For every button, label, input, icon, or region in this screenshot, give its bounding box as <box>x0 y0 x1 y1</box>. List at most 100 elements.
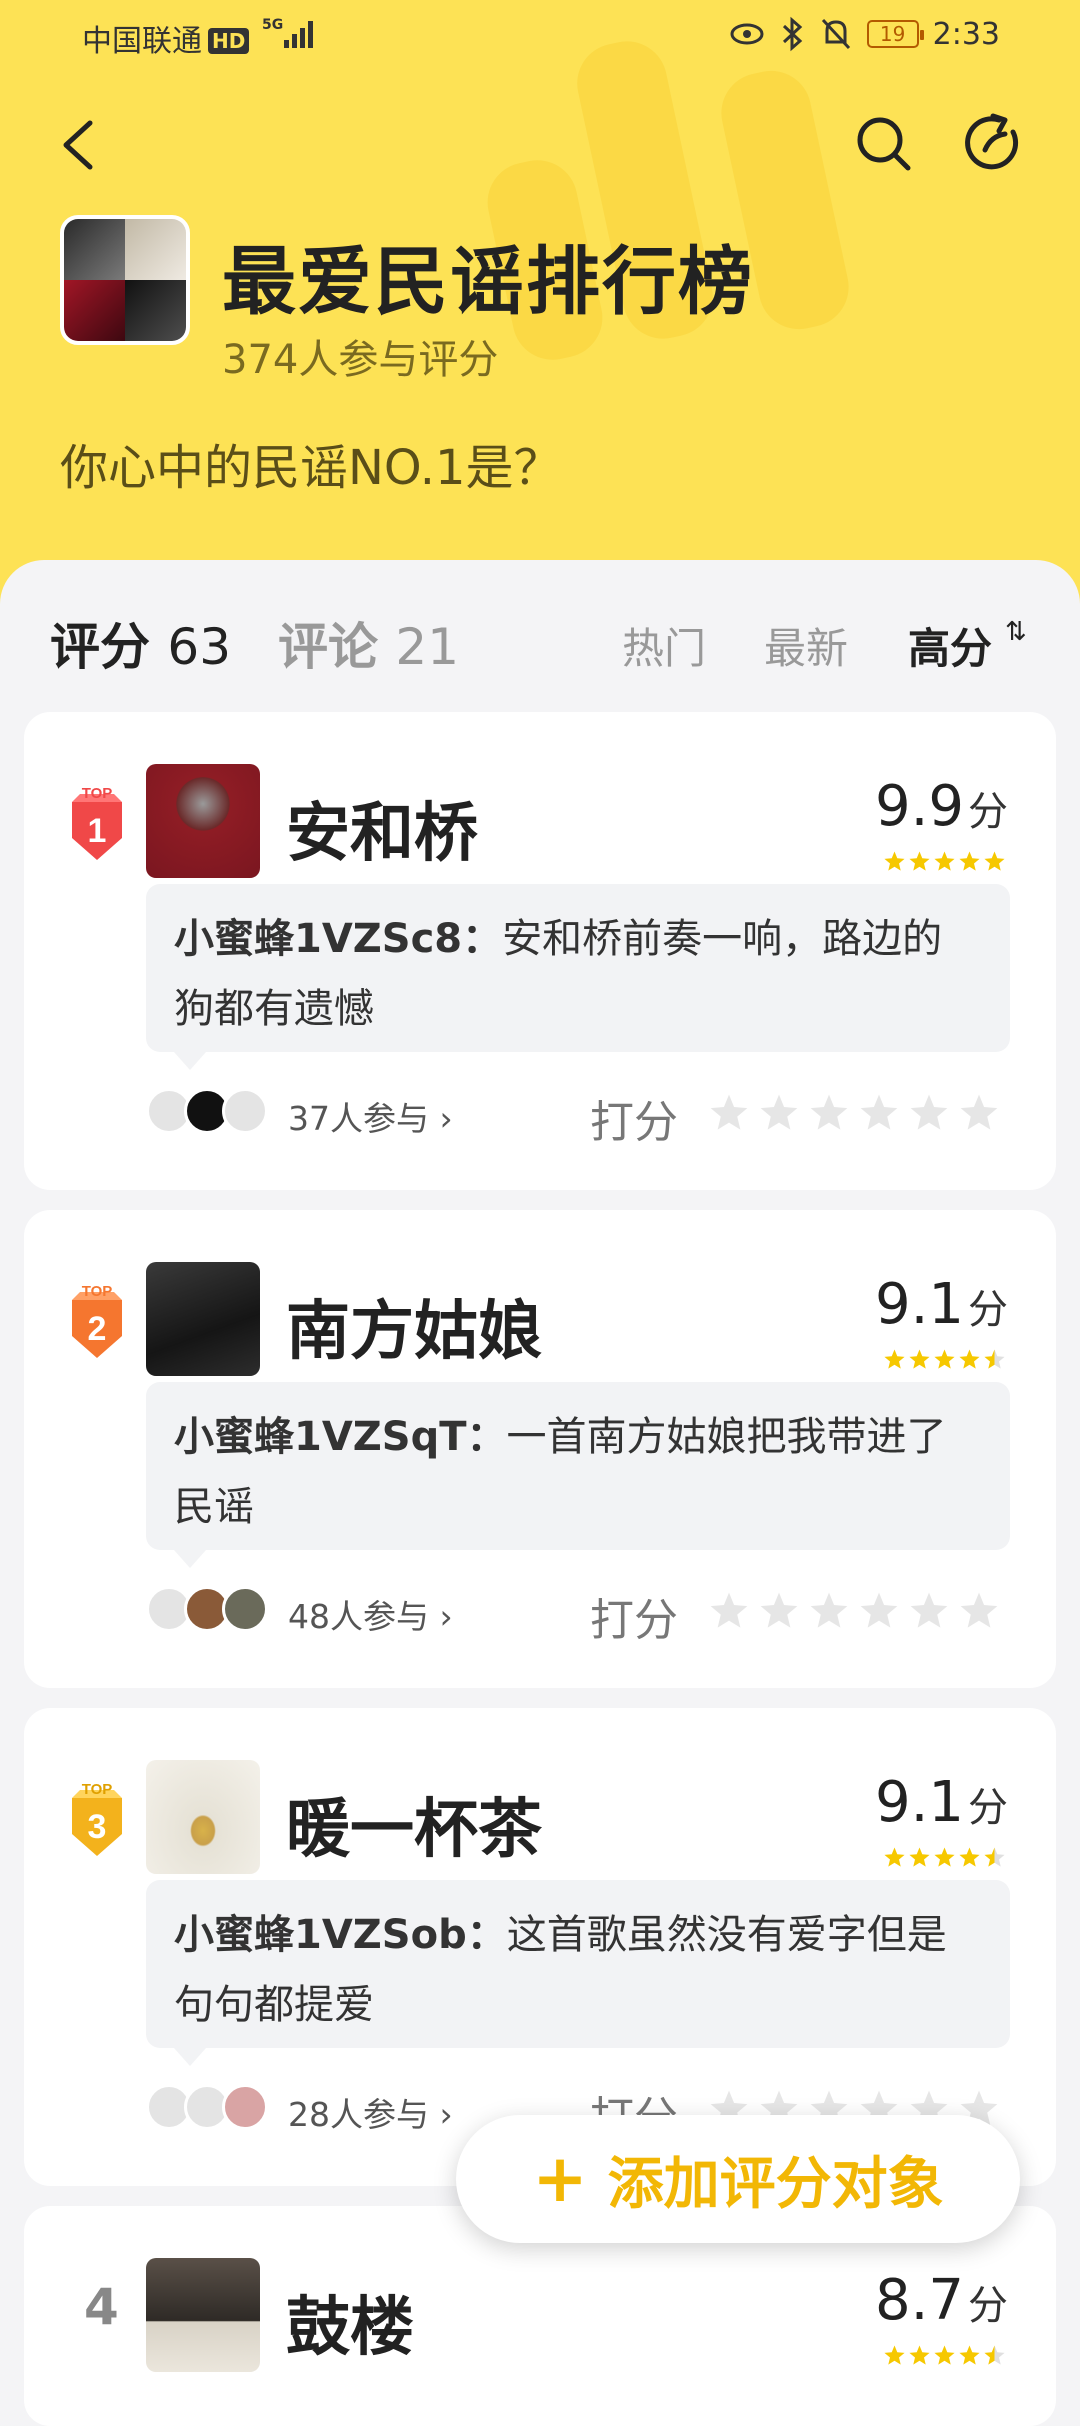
rate-label: 打分 <box>590 1097 678 1148</box>
top-3-badge: TOP 3 <box>72 1781 122 1856</box>
top-label: TOP <box>82 785 113 802</box>
mute-bell-icon <box>821 18 850 50</box>
rank-number: 4 <box>84 2278 119 2336</box>
participants-link[interactable]: 28人参与 › <box>288 2088 453 2136</box>
star-icon <box>884 2345 905 2365</box>
song-title: 安和桥 <box>286 797 478 871</box>
empty-star-icon <box>810 1592 848 1628</box>
tab-comments-count: 21 <box>395 618 460 676</box>
card-footer: 48人参与 › 打分 <box>146 1580 1010 1646</box>
avatar <box>222 1586 268 1632</box>
tab-comments-label: 评论 <box>278 618 378 676</box>
avatar <box>222 2084 268 2130</box>
empty-star-icon <box>960 1094 998 1130</box>
score-stars <box>883 850 1006 873</box>
sort-high[interactable]: 高分 <box>908 615 992 676</box>
rank-number: 2 <box>88 1310 107 1348</box>
empty-star-icon <box>960 1592 998 1628</box>
sort-new[interactable]: 最新 <box>764 615 848 676</box>
score: 9.1 分 <box>875 1770 1008 1835</box>
sort-hot[interactable]: 热门 <box>622 615 706 676</box>
score: 8.7 分 <box>875 2268 1008 2333</box>
page-title: 最爱民谣排行榜 <box>222 239 754 325</box>
empty-star-icon <box>910 1592 948 1628</box>
score-stars <box>883 1846 1006 1869</box>
list-question: 你心中的民谣NO.1是？ <box>60 440 562 496</box>
top-2-badge: TOP 2 <box>72 1283 122 1358</box>
empty-star-icon <box>810 1094 848 1130</box>
network-type: 5G <box>262 17 284 33</box>
participants-link[interactable]: 37人参与 › <box>288 1092 453 1140</box>
top-1-badge: TOP 1 <box>72 785 122 860</box>
album-cover <box>146 1760 260 1874</box>
commenter-name: 小蜜蜂1VZSob： <box>174 1912 507 1958</box>
empty-star-icon <box>760 1592 798 1628</box>
empty-star-icon <box>710 1592 748 1628</box>
add-rating-target-label: 添加评分对象 <box>607 2151 944 2217</box>
tab-rating[interactable]: 评分 63 <box>50 607 231 679</box>
album-cover <box>146 764 260 878</box>
commenter-name: 小蜜蜂1VZSqT： <box>174 1414 507 1460</box>
card-footer: 37人参与 › 打分 <box>146 1082 1010 1148</box>
participants-text: 48人参与 <box>288 1597 429 1636</box>
chevron-right-icon: › <box>439 1597 453 1636</box>
star-icon <box>959 2345 980 2365</box>
song-title: 鼓楼 <box>286 2291 414 2365</box>
star-icon <box>959 1847 980 1867</box>
star-icon <box>934 1349 955 1369</box>
score-stars <box>883 2344 1006 2367</box>
battery-level: 19 <box>879 22 906 46</box>
top-comment: 小蜜蜂1VZSc8：安和桥前奏一响，路边的狗都有遗憾 <box>146 884 1010 1070</box>
battery-icon: 19 <box>866 20 924 48</box>
top-label: TOP <box>82 1283 113 1300</box>
score-value: 9.9 <box>874 774 964 839</box>
star-icon <box>909 1847 930 1867</box>
top-comment: 小蜜蜂1VZSob：这首歌虽然没有爱字但是句句都提爱 <box>146 1880 1010 2066</box>
score-unit: 分 <box>968 1287 1008 1333</box>
empty-star-icon <box>860 1094 898 1130</box>
star-icon <box>934 851 955 871</box>
star-icon <box>984 1349 1005 1369</box>
star-icon <box>984 851 1005 871</box>
add-rating-target-button[interactable]: + 添加评分对象 <box>456 2115 1020 2243</box>
plus-icon: + <box>532 2140 588 2217</box>
rating-input[interactable] <box>708 1590 1000 1632</box>
hd-badge: HD <box>208 28 250 54</box>
star-icon <box>934 2345 955 2365</box>
tab-comments[interactable]: 评论 21 <box>278 607 459 679</box>
score-unit: 分 <box>968 789 1008 835</box>
sort-order-icon[interactable]: ⇅ <box>1005 617 1027 647</box>
chevron-right-icon: › <box>439 1099 453 1138</box>
participants-link[interactable]: 48人参与 › <box>288 1590 453 1638</box>
top-comment: 小蜜蜂1VZSqT：一首南方姑娘把我带进了民谣 <box>146 1382 1010 1568</box>
participants-text: 37人参与 <box>288 1099 429 1138</box>
share-icon[interactable] <box>963 112 1025 174</box>
tab-rating-count: 63 <box>167 618 232 676</box>
song-title: 暖一杯茶 <box>286 1793 542 1867</box>
clock: 2:33 <box>932 16 1000 52</box>
album-cover <box>146 1262 260 1376</box>
participants-text: 28人参与 <box>288 2095 429 2134</box>
participant-avatars[interactable] <box>146 2084 276 2132</box>
rating-input[interactable] <box>708 1092 1000 1134</box>
star-icon <box>909 851 930 871</box>
participant-avatars[interactable] <box>146 1586 276 1634</box>
star-icon <box>909 1349 930 1369</box>
star-icon <box>984 1847 1005 1867</box>
empty-star-icon <box>910 1094 948 1130</box>
score-value: 9.1 <box>874 1770 964 1835</box>
score: 9.9 分 <box>875 774 1008 839</box>
song-title: 南方姑娘 <box>286 1295 542 1369</box>
score-unit: 分 <box>968 2283 1008 2329</box>
search-icon[interactable] <box>852 112 914 174</box>
rank-card-2[interactable]: TOP 2 南方姑娘 9.1 分 小蜜蜂1VZSqT：一首南方姑娘把我带进了民谣 4… <box>24 1210 1056 1688</box>
commenter-name: 小蜜蜂1VZSc8： <box>174 916 503 962</box>
star-icon <box>884 1349 905 1369</box>
star-icon <box>959 851 980 871</box>
rank-card-1[interactable]: TOP 1 安和桥 9.9 分 小蜜蜂1VZSc8：安和桥前奏一响，路边的狗都有遗憾… <box>24 712 1056 1190</box>
rank-number: 1 <box>88 812 107 850</box>
star-icon <box>884 851 905 871</box>
back-icon[interactable] <box>52 115 112 175</box>
participant-avatars[interactable] <box>146 1088 276 1136</box>
empty-star-icon <box>860 1592 898 1628</box>
